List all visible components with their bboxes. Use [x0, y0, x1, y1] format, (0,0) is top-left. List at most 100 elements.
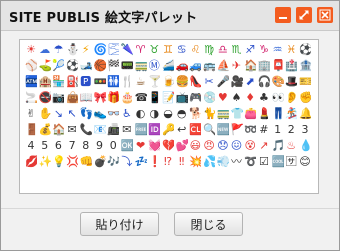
emoji-cell[interactable]: ♑	[258, 43, 270, 57]
emoji-cell[interactable]: 🚥	[94, 75, 106, 89]
emoji-cell[interactable]: 🎮	[189, 91, 201, 105]
emoji-cell[interactable]: 📮	[272, 59, 284, 73]
emoji-cell[interactable]: 8	[80, 139, 92, 153]
emoji-cell[interactable]: ↩	[176, 123, 188, 137]
emoji-cell[interactable]: 💧	[299, 139, 311, 153]
paste-button[interactable]: 貼り付け	[80, 212, 159, 236]
emoji-cell[interactable]: 💨	[217, 155, 229, 169]
emoji-cell[interactable]: 📺	[176, 91, 188, 105]
emoji-cell[interactable]: ♋	[176, 43, 188, 57]
emoji-cell[interactable]: ♿	[121, 107, 133, 121]
emoji-cell[interactable]: 7	[66, 139, 78, 153]
emoji-cell[interactable]: 🍴	[121, 75, 133, 89]
emoji-cell[interactable]: 📠	[107, 123, 119, 137]
emoji-cell[interactable]: 🏂	[285, 107, 297, 121]
emoji-cell[interactable]: 🚩	[231, 123, 243, 137]
emoji-cell[interactable]: ⛽	[66, 75, 78, 89]
emoji-cell[interactable]: 🚄	[162, 59, 174, 73]
emoji-cell[interactable]: 👟	[94, 107, 106, 121]
emoji-cell[interactable]: ♣	[258, 91, 270, 105]
emoji-cell[interactable]: 🅿	[80, 75, 92, 89]
emoji-cell[interactable]: 🌀	[94, 43, 106, 57]
emoji-cell[interactable]: 〰	[231, 155, 243, 169]
emoji-cell[interactable]: ❗	[148, 155, 160, 169]
emoji-cell[interactable]: Ⓜ	[148, 59, 160, 73]
emoji-cell[interactable]: 😊	[299, 155, 311, 169]
emoji-cell[interactable]: ✈	[231, 59, 243, 73]
emoji-cell[interactable]: 📖	[80, 91, 92, 105]
emoji-cell[interactable]: ♈	[135, 43, 147, 57]
emoji-cell[interactable]: ✨	[39, 155, 51, 169]
emoji-cell[interactable]: 🎿	[80, 59, 92, 73]
emoji-cell[interactable]: ♎	[217, 43, 229, 57]
emoji-cell[interactable]: 👀	[272, 91, 284, 105]
emoji-cell[interactable]: 🔔	[299, 107, 311, 121]
emoji-cell[interactable]: ⛄	[66, 43, 78, 57]
emoji-cell[interactable]: 🆕	[217, 123, 229, 137]
emoji-cell[interactable]: 💤	[135, 155, 147, 169]
emoji-cell[interactable]: ♌	[189, 43, 201, 57]
emoji-cell[interactable]: 🏠	[52, 123, 64, 137]
emoji-cell[interactable]: 📧	[94, 123, 106, 137]
emoji-cell[interactable]: 🎵	[272, 139, 284, 153]
emoji-cell[interactable]: 🎀	[94, 91, 106, 105]
emoji-cell[interactable]: 🔍	[203, 123, 215, 137]
emoji-cell[interactable]: 🏥	[285, 59, 297, 73]
emoji-cell[interactable]: 🍸	[148, 75, 160, 89]
emoji-cell[interactable]: 🎁	[107, 91, 119, 105]
emoji-cell[interactable]: 🎶	[107, 155, 119, 169]
emoji-cell[interactable]: 2	[285, 123, 297, 137]
emoji-cell[interactable]: ☕	[135, 75, 147, 89]
emoji-cell[interactable]: 🈂	[285, 155, 297, 169]
emoji-cell[interactable]: 🍺	[162, 75, 174, 89]
emoji-cell[interactable]: 🚃	[135, 59, 147, 73]
emoji-cell[interactable]: 🏁	[107, 59, 119, 73]
emoji-cell[interactable]: 💕	[176, 139, 188, 153]
emoji-cell[interactable]: ⚽	[66, 59, 78, 73]
emoji-cell[interactable]: 🏧	[25, 75, 37, 89]
emoji-cell[interactable]: 🆔	[148, 123, 160, 137]
emoji-cell[interactable]: ♍	[203, 43, 215, 57]
emoji-cell[interactable]: ⚾	[25, 59, 37, 73]
title-bar[interactable]: SITE PUBLIS 絵文字パレット	[1, 1, 339, 31]
emoji-cell[interactable]: ⚽	[299, 43, 311, 57]
emoji-cell[interactable]: 🐕	[189, 107, 201, 121]
emoji-cell[interactable]: ↗	[258, 139, 270, 153]
emoji-cell[interactable]: 👂	[285, 91, 297, 105]
emoji-cell[interactable]: 🎥	[231, 75, 243, 89]
emoji-cell[interactable]: ⬈	[244, 75, 256, 89]
emoji-cell[interactable]: 🍔	[176, 75, 188, 89]
emoji-cell[interactable]: 🎩	[285, 75, 297, 89]
emoji-cell[interactable]: ◓	[176, 107, 188, 121]
emoji-cell[interactable]: ⛵	[217, 59, 229, 73]
emoji-cell[interactable]: ☁	[39, 43, 51, 57]
emoji-cell[interactable]: 📱	[148, 91, 160, 105]
emoji-cell[interactable]: ☎	[135, 91, 147, 105]
emoji-cell[interactable]: ⤵	[121, 155, 133, 169]
emoji-cell[interactable]: 💥	[189, 155, 201, 169]
emoji-cell[interactable]: 💋	[25, 155, 37, 169]
emoji-cell[interactable]: ⚡	[80, 43, 92, 57]
emoji-cell[interactable]: 🚃	[217, 107, 229, 121]
emoji-cell[interactable]: 🆒	[272, 155, 284, 169]
emoji-cell[interactable]: 🚗	[176, 59, 188, 73]
emoji-cell[interactable]: 🏪	[52, 75, 64, 89]
emoji-cell[interactable]: 🎨	[272, 75, 284, 89]
emoji-cell[interactable]: ✊	[299, 91, 311, 105]
emoji-cell[interactable]: ⛳	[39, 59, 51, 73]
emoji-cell[interactable]: 💰	[39, 123, 51, 137]
emoji-cell[interactable]: 9	[94, 139, 106, 153]
emoji-cell[interactable]: 🚻	[107, 75, 119, 89]
emoji-cell[interactable]: 🎾	[52, 59, 64, 73]
emoji-cell[interactable]: ♨	[285, 139, 297, 153]
close-button[interactable]	[317, 7, 333, 23]
emoji-cell[interactable]: 🚙	[189, 59, 201, 73]
emoji-cell[interactable]: 👕	[231, 107, 243, 121]
emoji-cell[interactable]: ✉	[66, 123, 78, 137]
emoji-cell[interactable]: 🎧	[258, 75, 270, 89]
emoji-cell[interactable]: ✂	[203, 75, 215, 89]
emoji-cell[interactable]: 🏀	[94, 59, 106, 73]
emoji-cell[interactable]: 🎫	[299, 75, 311, 89]
emoji-cell[interactable]: 😃	[189, 139, 201, 153]
emoji-cell[interactable]: 👠	[189, 75, 201, 89]
